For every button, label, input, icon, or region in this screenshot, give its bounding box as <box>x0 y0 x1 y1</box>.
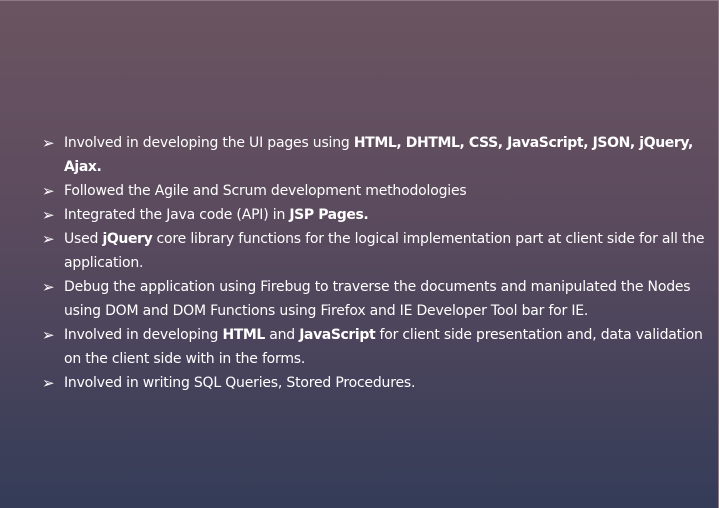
arrow-bullet-icon: ➢ <box>42 182 55 200</box>
bullet-text: Integrated the Java code (API) in <box>64 207 290 223</box>
bullet-text: Used <box>64 231 103 247</box>
bullet-item: ➢ Involved in developing HTML and JavaSc… <box>42 323 710 371</box>
bullet-text: Involved in writing SQL Queries, Stored … <box>64 375 416 391</box>
arrow-bullet-icon: ➢ <box>42 326 55 344</box>
arrow-bullet-icon: ➢ <box>42 134 55 152</box>
arrow-bullet-icon: ➢ <box>42 206 55 224</box>
arrow-bullet-icon: ➢ <box>42 374 55 392</box>
bullet-list: ➢ Involved in developing the UI pages us… <box>42 131 710 395</box>
bullet-item: ➢ Used jQuery core library functions for… <box>42 227 710 275</box>
arrow-bullet-icon: ➢ <box>42 230 55 248</box>
bullet-item: ➢ Integrated the Java code (API) in JSP … <box>42 203 710 227</box>
bullet-item: ➢ Debug the application using Firebug to… <box>42 275 710 323</box>
bullet-text: and <box>264 327 300 343</box>
bullet-text-bold: jQuery <box>102 231 153 247</box>
bullet-text: Involved in developing the UI pages usin… <box>64 135 354 151</box>
bullet-item: ➢ Involved in writing SQL Queries, Store… <box>42 371 710 395</box>
bullet-text-bold: JavaScript <box>299 327 376 343</box>
bullet-text: Involved in developing <box>64 327 223 343</box>
bullet-text-bold: JSP Pages. <box>289 207 369 223</box>
bullet-item: ➢ Followed the Agile and Scrum developme… <box>42 179 710 203</box>
bullet-text: core library functions for the logical i… <box>64 231 705 271</box>
bullet-text: Debug the application using Firebug to t… <box>64 279 691 319</box>
arrow-bullet-icon: ➢ <box>42 278 55 296</box>
slide: ➢ Involved in developing the UI pages us… <box>0 0 719 508</box>
bullet-text: Followed the Agile and Scrum development… <box>64 183 467 199</box>
bullet-text-bold: HTML <box>222 327 265 343</box>
bullet-item: ➢ Involved in developing the UI pages us… <box>42 131 710 179</box>
